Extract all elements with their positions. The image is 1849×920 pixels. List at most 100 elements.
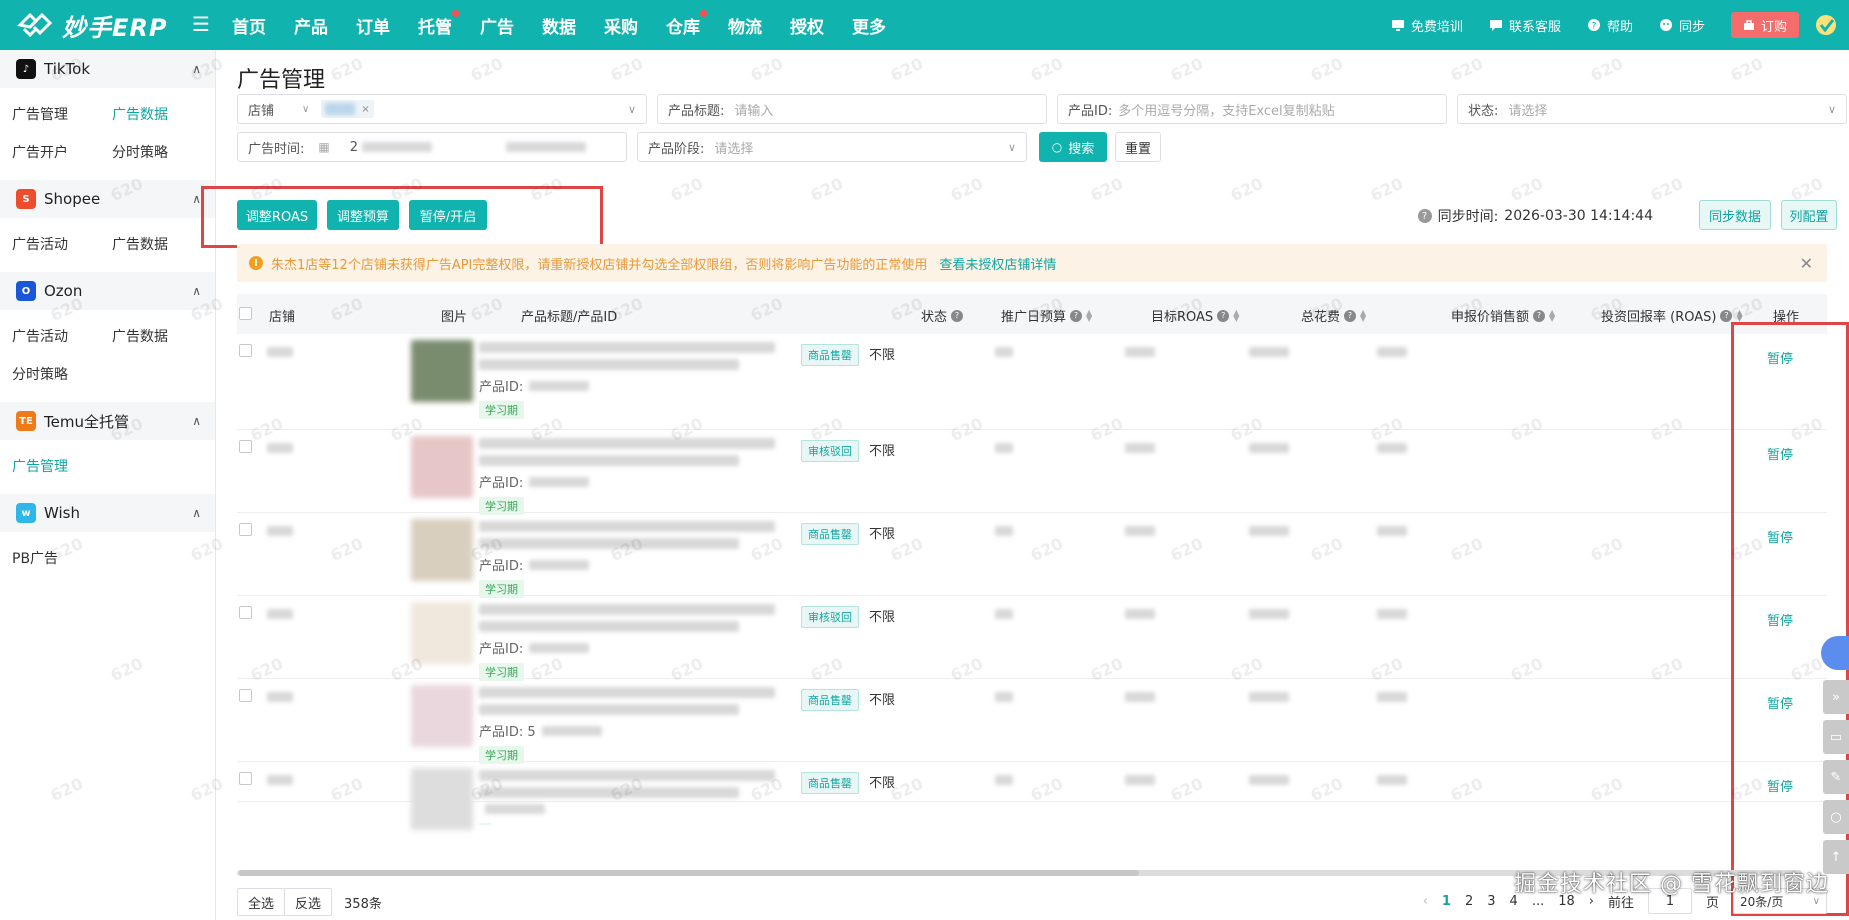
pause-link[interactable]: 暂停: [1767, 352, 1793, 367]
nav-item[interactable]: 订单: [356, 13, 390, 38]
chevron-up-icon[interactable]: ∧: [192, 506, 201, 520]
sidebar-item[interactable]: 广告开户: [12, 134, 112, 172]
sidebar-item[interactable]: 广告管理: [12, 448, 112, 486]
brand-logo[interactable]: 妙手ERP: [16, 8, 167, 42]
row-checkbox[interactable]: [239, 689, 252, 702]
select-all-button[interactable]: 全选: [237, 888, 286, 916]
reset-button[interactable]: 重置: [1115, 132, 1161, 162]
chevron-up-icon[interactable]: ∧: [192, 284, 201, 298]
sidebar-item[interactable]: 分时策略: [112, 134, 212, 172]
scrollbar-thumb[interactable]: [239, 870, 1139, 876]
product-title-input[interactable]: 产品标题: 请输入: [657, 94, 1047, 124]
help-link[interactable]: ? 帮助: [1587, 16, 1633, 35]
search-icon[interactable]: ○: [1823, 800, 1849, 834]
unauthorized-stores-link[interactable]: 查看未授权店铺详情: [939, 254, 1056, 273]
chevron-up-icon[interactable]: ∧: [192, 62, 201, 76]
row-checkbox[interactable]: [239, 772, 252, 785]
nav-item[interactable]: 更多: [852, 13, 886, 38]
menu-toggle-icon[interactable]: ☰: [192, 12, 210, 36]
pause-link[interactable]: 暂停: [1767, 448, 1793, 463]
search-button[interactable]: ○ 搜索: [1039, 132, 1107, 162]
order-button[interactable]: 订购: [1730, 12, 1799, 38]
sidebar-item[interactable]: 广告数据: [112, 318, 212, 356]
back-to-top-icon[interactable]: ↑: [1823, 840, 1849, 874]
row-checkbox[interactable]: [239, 440, 252, 453]
product-thumbnail[interactable]: [411, 436, 473, 498]
sidebar-item[interactable]: 广告数据: [112, 226, 212, 264]
product-thumbnail[interactable]: [411, 685, 473, 747]
sidebar-item[interactable]: 分时策略: [12, 356, 112, 394]
product-thumbnail[interactable]: [411, 602, 473, 664]
nav-item[interactable]: 采购: [604, 13, 638, 38]
col-op: 操作: [1773, 306, 1799, 325]
sidebar-item[interactable]: 广告数据: [112, 96, 212, 134]
sort-icon[interactable]: ▲ ▼: [1549, 308, 1555, 322]
column-config-button[interactable]: 列配置: [1781, 200, 1837, 230]
status-select[interactable]: 状态: 请选择 ∨: [1457, 94, 1847, 124]
screen-icon[interactable]: ▭: [1823, 720, 1849, 754]
edit-icon[interactable]: ✎: [1823, 760, 1849, 794]
pause-link[interactable]: 暂停: [1767, 697, 1793, 712]
pause-resume-button[interactable]: 暂停/开启: [409, 200, 487, 230]
product-thumbnail[interactable]: [411, 768, 473, 830]
pause-link[interactable]: 暂停: [1767, 780, 1793, 795]
select-all-checkbox[interactable]: [239, 307, 252, 320]
nav-item[interactable]: 托管: [418, 9, 459, 38]
row-checkbox[interactable]: [239, 344, 252, 357]
nav-item[interactable]: 仓库: [666, 9, 707, 38]
sidebar-group-temu全托管[interactable]: TE Temu全托管 ∧: [0, 402, 215, 440]
product-thumbnail[interactable]: [411, 340, 473, 402]
sort-icon[interactable]: ▲ ▼: [1086, 308, 1092, 322]
col-spend[interactable]: 总花费? ▲ ▼: [1301, 306, 1366, 325]
adjust-budget-button[interactable]: 调整预算: [327, 200, 399, 230]
sidebar-group-ozon[interactable]: O Ozon ∧: [0, 272, 215, 310]
nav-item[interactable]: 数据: [542, 13, 576, 38]
reset-label: 重置: [1124, 141, 1151, 157]
tag-close-icon[interactable]: ×: [361, 104, 369, 115]
sync-link[interactable]: 同步: [1659, 16, 1705, 35]
product-id-input[interactable]: 产品ID: 多个用逗号分隔，支持Excel复制粘贴: [1057, 94, 1447, 124]
close-icon[interactable]: ✕: [1800, 254, 1813, 273]
pause-link[interactable]: 暂停: [1767, 531, 1793, 546]
nav-item[interactable]: 广告: [480, 13, 514, 38]
nav-item[interactable]: 产品: [294, 13, 328, 38]
prev-page-icon[interactable]: ‹: [1423, 894, 1428, 909]
col-roas[interactable]: 投资回报率 (ROAS)? ▲ ▼: [1601, 306, 1743, 325]
chevron-up-icon[interactable]: ∧: [192, 414, 201, 428]
sort-icon[interactable]: ▲ ▼: [1736, 308, 1742, 322]
sidebar-group-shopee[interactable]: S Shopee ∧: [0, 180, 215, 218]
col-target-roas[interactable]: 目标ROAS? ▲ ▼: [1151, 306, 1239, 325]
sidebar-item[interactable]: 广告活动: [12, 226, 112, 264]
pause-link[interactable]: 暂停: [1767, 614, 1793, 629]
page-number[interactable]: 3: [1487, 894, 1495, 909]
store-select[interactable]: 店铺 ∨ × ∨: [237, 94, 647, 124]
sidebar-group-wish[interactable]: w Wish ∧: [0, 494, 215, 532]
page-number[interactable]: 1: [1442, 894, 1451, 909]
row-checkbox[interactable]: [239, 523, 252, 536]
chevron-up-icon[interactable]: ∧: [192, 192, 201, 206]
assistant-float-button[interactable]: [1821, 636, 1849, 670]
col-sales[interactable]: 申报价销售额? ▲ ▼: [1451, 306, 1555, 325]
contact-support-link[interactable]: 联系客服: [1489, 16, 1561, 35]
sidebar-item[interactable]: 广告管理: [12, 96, 112, 134]
ad-time-range[interactable]: 广告时间: ▦ 2: [237, 132, 627, 162]
page-number[interactable]: 2: [1465, 894, 1473, 909]
expand-icon[interactable]: »: [1823, 680, 1849, 714]
nav-item[interactable]: 授权: [790, 13, 824, 38]
sort-icon[interactable]: ▲ ▼: [1233, 308, 1239, 322]
user-avatar[interactable]: [1815, 12, 1841, 38]
product-stage-select[interactable]: 产品阶段: 请选择 ∨: [637, 132, 1027, 162]
invert-selection-button[interactable]: 反选: [284, 888, 333, 916]
sync-data-button[interactable]: 同步数据: [1699, 200, 1771, 230]
nav-item[interactable]: 首页: [232, 13, 266, 38]
nav-item[interactable]: 物流: [728, 13, 762, 38]
sidebar-item[interactable]: PB广告: [12, 540, 112, 578]
adjust-roas-button[interactable]: 调整ROAS: [237, 200, 317, 230]
sort-icon[interactable]: ▲ ▼: [1360, 308, 1366, 322]
sidebar-item[interactable]: 广告活动: [12, 318, 112, 356]
row-checkbox[interactable]: [239, 606, 252, 619]
product-thumbnail[interactable]: [411, 519, 473, 581]
col-budget[interactable]: 推广日预算? ▲ ▼: [1001, 306, 1092, 325]
sidebar-group-tiktok[interactable]: ♪ TikTok ∧: [0, 50, 215, 88]
free-training-link[interactable]: 免费培训: [1391, 16, 1463, 35]
